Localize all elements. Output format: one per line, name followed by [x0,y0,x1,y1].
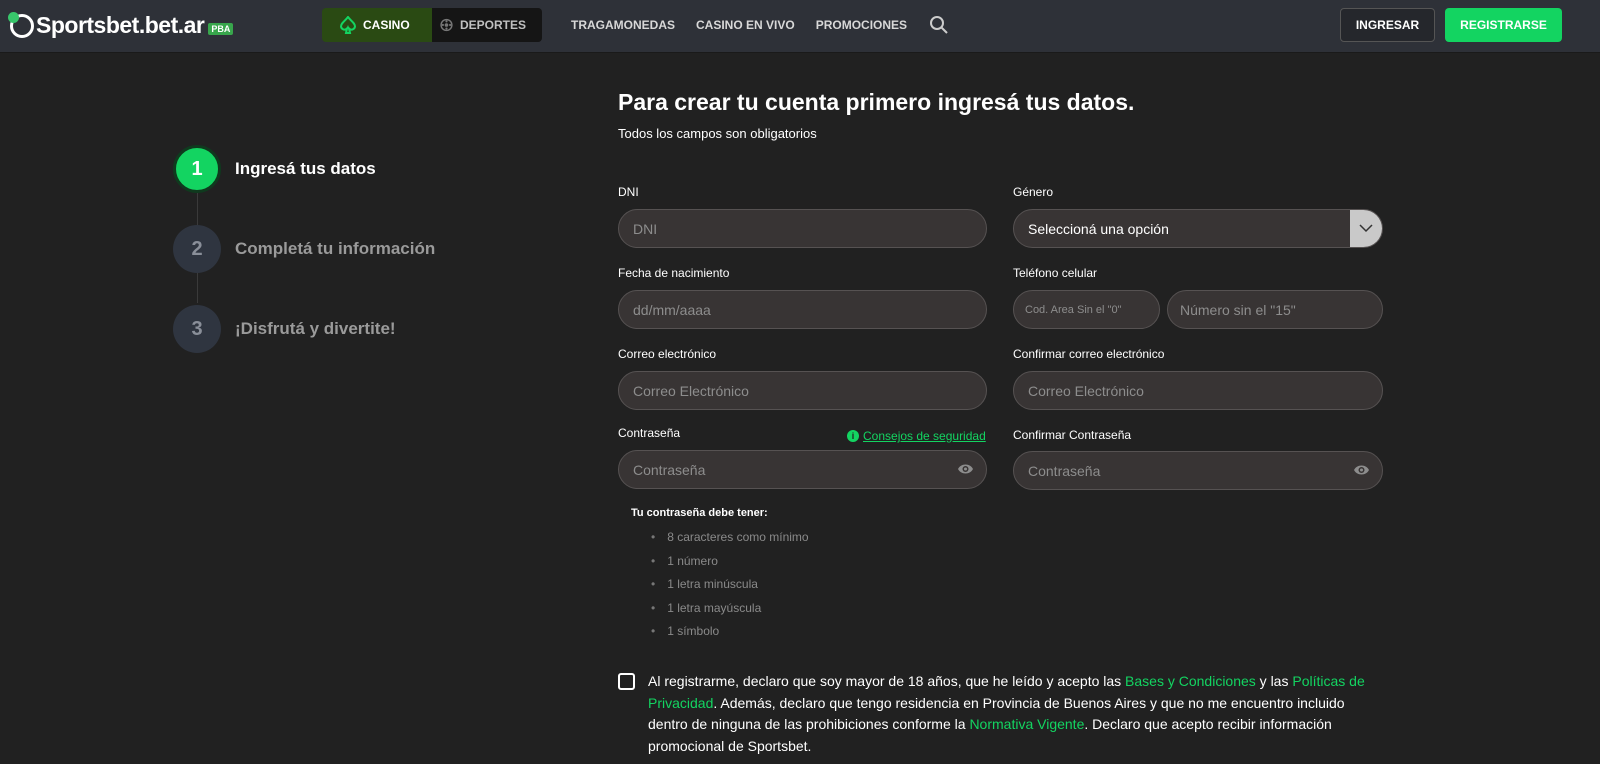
step-number: 3 [173,305,221,353]
deportes-label: DEPORTES [459,18,526,32]
confirm-email-label: Confirmar correo electrónico [1013,347,1165,361]
eye-icon[interactable] [957,462,974,476]
password-label: Contraseña [618,426,681,440]
fecha-placeholder: dd/mm/aaaa [633,301,711,318]
security-tips-link[interactable]: i Consejos de seguridad [847,429,986,443]
section-switch: CASINO DEPORTES [322,8,542,42]
search-icon[interactable] [929,15,949,35]
steps: 1 Ingresá tus datos 2 Completá tu informac… [173,145,435,385]
password-requirements: 8 caracteres como mínimo 1 número 1 letr… [651,530,809,648]
nav-casino-en-vivo[interactable]: CASINO EN VIVO [696,18,795,32]
security-tips-text: Consejos de seguridad [863,429,986,443]
confirm-email-input[interactable]: Correo Electrónico [1013,371,1383,410]
requirement: 1 símbolo [651,624,809,648]
eye-icon[interactable] [1353,463,1370,477]
confirm-password-label: Confirmar Contraseña [1013,428,1132,442]
email-input[interactable]: Correo Electrónico [618,371,987,410]
area-placeholder: Cod. Area Sin el "0" [1025,303,1122,316]
confirm-password-placeholder: Contraseña [1028,462,1101,479]
dni-placeholder: DNI [633,220,658,237]
ball-icon [440,18,453,32]
genero-label: Género [1013,185,1054,199]
spade-icon [340,16,356,34]
fecha-input[interactable]: dd/mm/aaaa [618,290,987,329]
password-input[interactable]: Contraseña [618,450,987,489]
chevron-down-icon [1350,210,1382,247]
main-nav: TRAGAMONEDAS CASINO EN VIVO PROMOCIONES [571,18,907,32]
password-placeholder: Contraseña [633,461,706,478]
genero-select[interactable]: Seleccioná una opción [1013,209,1383,248]
phone-number-input[interactable]: Número sin el "15" [1167,290,1383,329]
casino-tab[interactable]: CASINO [322,8,432,42]
step-number: 1 [173,145,221,193]
step-label: Ingresá tus datos [235,159,376,178]
header: Sportsbet.bet.ar PBA CASINO DEPORTES TRAG… [0,0,1600,53]
genero-value: Seleccioná una opción [1028,220,1169,237]
terms-checkbox[interactable] [618,673,635,690]
step-number: 2 [173,225,221,273]
telefono-label: Teléfono celular [1013,266,1098,280]
requirement: 1 letra mayúscula [651,601,809,625]
fecha-label: Fecha de nacimiento [618,266,730,280]
info-icon: i [847,430,859,442]
dni-input[interactable]: DNI [618,209,987,248]
phone-placeholder: Número sin el "15" [1180,301,1296,318]
password-requirements-title: Tu contraseña debe tener: [631,507,768,519]
step-label: Completá tu información [235,239,436,258]
register-button[interactable]: REGISTRARSE [1445,8,1562,42]
logo[interactable]: Sportsbet.bet.ar PBA [8,11,234,39]
normativa-link[interactable]: Normativa Vigente [969,716,1084,732]
email-placeholder: Correo Electrónico [633,382,749,399]
page-subtitle: Todos los campos son obligatorios [618,126,817,141]
area-code-input[interactable]: Cod. Area Sin el "0" [1013,290,1160,329]
nav-promociones[interactable]: PROMOCIONES [816,18,907,32]
confirm-email-placeholder: Correo Electrónico [1028,382,1144,399]
logo-badge: PBA [208,22,234,35]
page-title: Para crear tu cuenta primero ingresá tus… [618,89,1135,115]
logo-text: Sportsbet.bet.ar [36,12,205,38]
bases-link[interactable]: Bases y Condiciones [1125,673,1256,689]
step-1: 1 Ingresá tus datos [173,145,435,193]
dni-label: DNI [618,185,639,199]
requirement: 8 caracteres como mínimo [651,530,808,554]
step-label: ¡Disfrutá y divertite! [235,319,396,338]
terms-text: Al registrarme, declaro que soy mayor de… [648,671,1368,757]
requirement: 1 número [651,554,809,578]
terms-text-part: y las [1255,673,1293,689]
confirm-password-input[interactable]: Contraseña [1013,451,1383,490]
login-button[interactable]: INGRESAR [1340,8,1435,42]
email-label: Correo electrónico [618,347,717,361]
requirement: 1 letra minúscula [651,577,809,601]
casino-label: CASINO [363,18,410,32]
deportes-tab[interactable]: DEPORTES [432,8,542,42]
nav-tragamonedas[interactable]: TRAGAMONEDAS [571,18,675,32]
step-3: 3 ¡Disfrutá y divertite! [173,305,435,353]
step-2: 2 Completá tu información [173,225,435,273]
terms-text-part: Al registrarme, declaro que soy mayor de… [648,673,1126,689]
